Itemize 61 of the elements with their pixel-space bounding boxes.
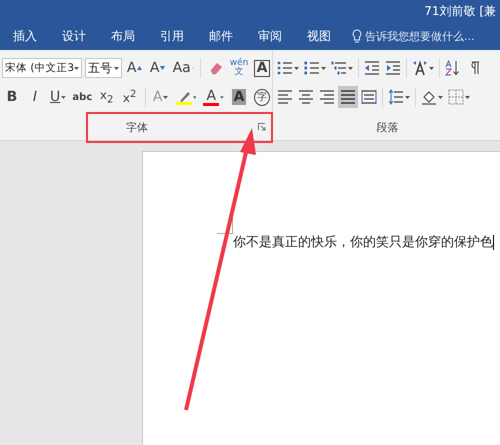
caret-icon [294, 66, 299, 70]
align-right-icon [319, 89, 335, 105]
change-case-button[interactable]: Aa [170, 57, 196, 79]
subscript-button[interactable]: x$_{2}$ [96, 86, 117, 108]
strikethrough-button[interactable]: abc [71, 86, 94, 108]
shrink-font-button[interactable]: A [148, 57, 168, 79]
ribbon-tab[interactable]: 布局 [104, 24, 142, 48]
justify-icon [340, 89, 356, 105]
grow-font-button[interactable]: A [124, 57, 145, 79]
caret-icon [348, 66, 353, 70]
italic-button[interactable]: I [25, 86, 45, 108]
caret-icon [74, 66, 79, 70]
align-center-icon [298, 89, 314, 105]
down-arrow-icon [160, 66, 166, 70]
window-title: 71刘前敬 [兼 [424, 2, 496, 20]
phonetic-guide-button[interactable]: wén 文 [229, 57, 249, 79]
sort-icon [445, 60, 461, 76]
ribbon-tab[interactable]: 插入 [6, 24, 44, 48]
ribbon-tab[interactable]: 审阅 [251, 24, 289, 48]
tell-me-field[interactable]: 告诉我您想要做什么... [352, 28, 474, 44]
character-border-button[interactable]: A [252, 57, 272, 79]
distributed-icon [361, 89, 377, 105]
ribbon-tab[interactable]: 视图 [300, 24, 338, 48]
group-label: 字体 [126, 120, 148, 134]
ribbon-tab[interactable]: 设计 [55, 24, 93, 48]
caret-icon [192, 96, 196, 98]
asian-layout-icon [412, 60, 428, 76]
caret-icon [321, 66, 326, 70]
multilevel-list-icon [331, 60, 347, 76]
caret-icon [61, 96, 66, 98]
ribbon-tab[interactable]: 邮件 [202, 24, 240, 48]
document-text: 你不是真正的快乐，你的笑只是你穿的保护色 [233, 234, 493, 251]
lightbulb-icon [352, 29, 362, 43]
decrease-indent-icon [364, 60, 380, 76]
font-color-button[interactable]: A [201, 86, 226, 108]
caret-icon [114, 66, 119, 70]
eraser-icon [208, 60, 224, 76]
ribbon-tab[interactable]: 引用 [153, 24, 191, 48]
text-cursor [493, 234, 494, 250]
group-label: 段落 [376, 120, 398, 134]
numbered-list-icon [304, 60, 320, 76]
caret-icon [429, 66, 434, 70]
justify-button[interactable] [338, 86, 358, 108]
bullet-list-icon [277, 60, 293, 76]
dialog-launcher-icon[interactable] [258, 123, 266, 131]
line-spacing-icon [388, 89, 404, 105]
caret-icon [220, 96, 224, 98]
caret-icon [465, 96, 470, 98]
up-arrow-icon [137, 66, 142, 70]
superscript-button[interactable]: x$^{2}$ [120, 86, 140, 108]
caret-icon [438, 96, 443, 98]
caret-icon [405, 96, 410, 98]
bold-button[interactable]: B [2, 86, 22, 108]
font-name-field[interactable]: 宋体 (中文正3 [2, 58, 82, 78]
caret-icon [163, 96, 168, 98]
font-size-field[interactable]: 五号 [85, 58, 122, 78]
increase-indent-icon [385, 60, 401, 76]
align-left-icon [277, 89, 293, 105]
paint-bucket-icon [421, 89, 437, 105]
underline-button[interactable]: U [48, 86, 68, 108]
borders-icon [448, 89, 464, 105]
